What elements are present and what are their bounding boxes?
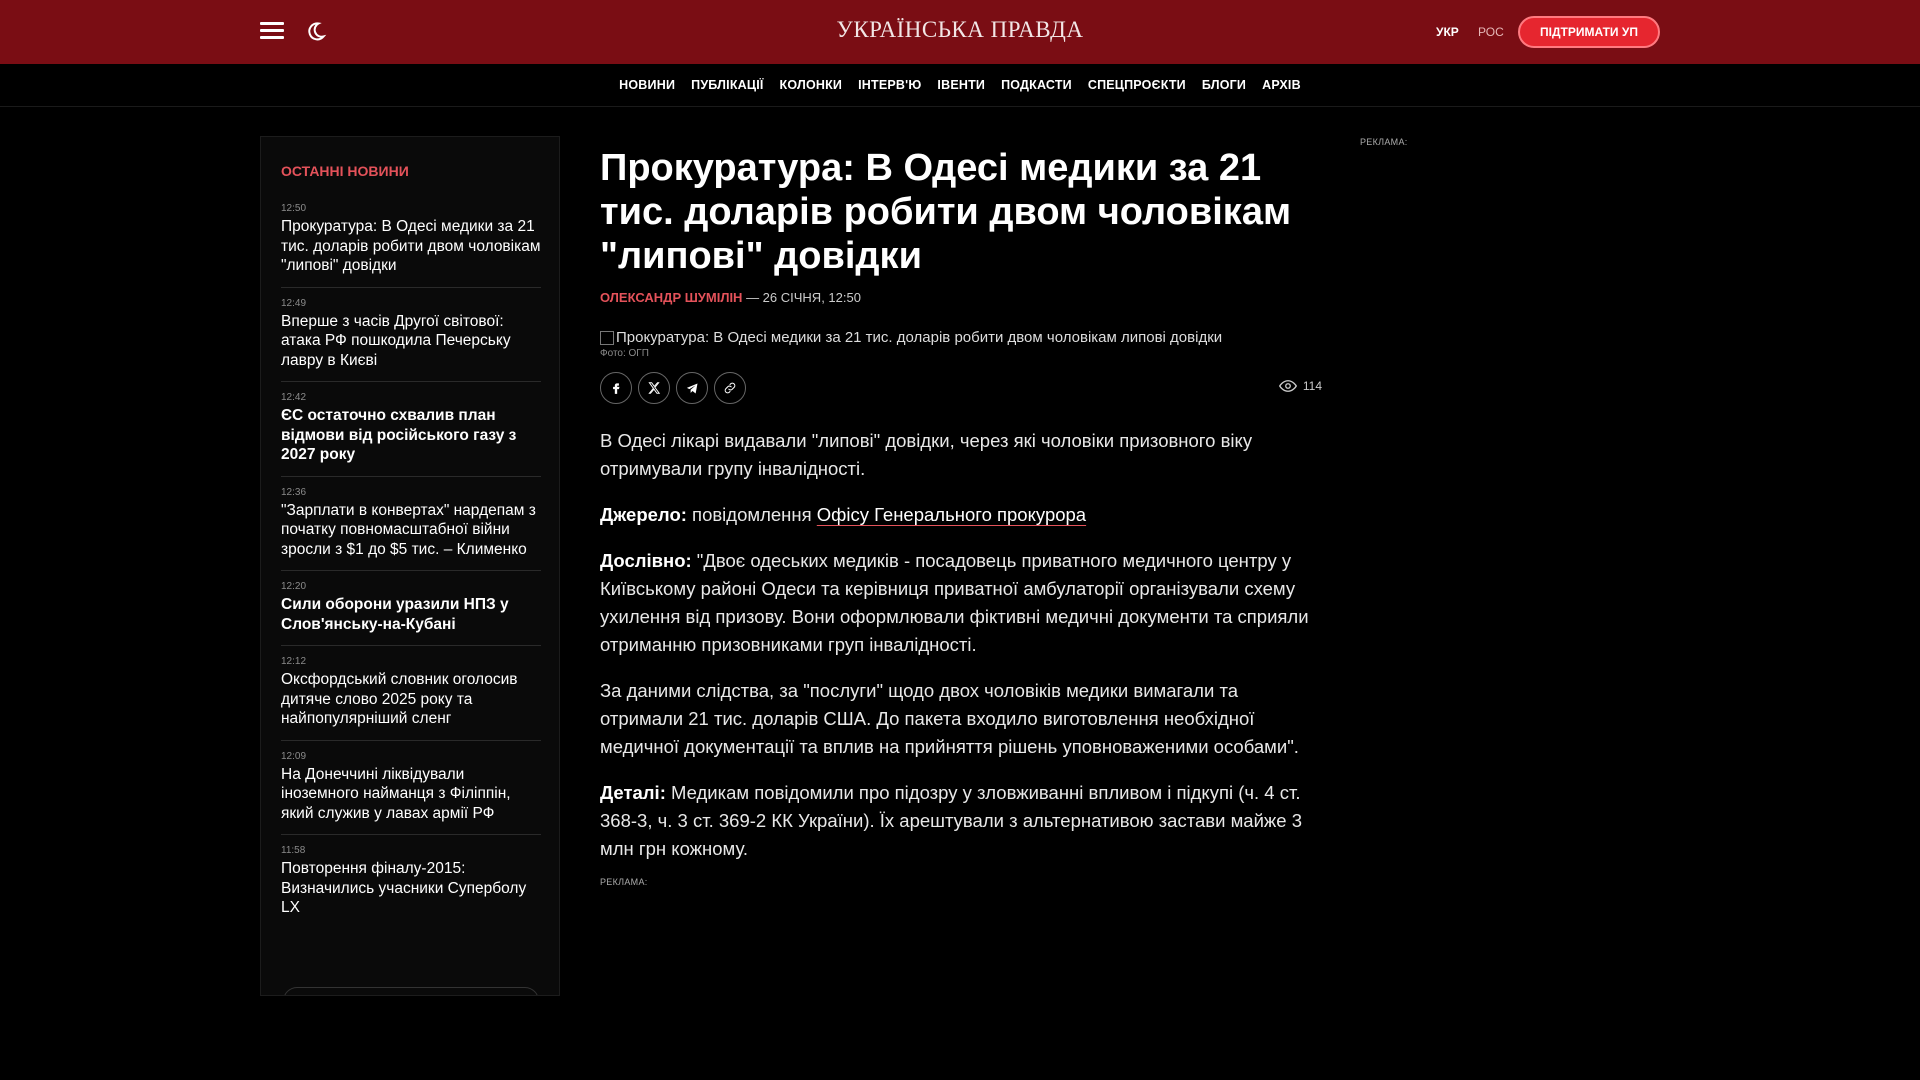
paragraph-source: Джерело: повідомлення Офісу Генерального… — [600, 501, 1322, 529]
paragraph-lead: В Одесі лікарі видавали "липові" довідки… — [600, 430, 1253, 479]
news-title[interactable]: Повторення фіналу-2015: Визначились учас… — [281, 859, 541, 918]
article-body: В Одесі лікарі видавали "липові" довідки… — [600, 427, 1322, 863]
top-bar: УКРАЇНСЬКА ПРАВДА УКР РОС ПІДТРИМАТИ УП — [0, 0, 1920, 64]
broken-image-icon — [600, 330, 614, 345]
paragraph-details: Деталі: Медикам повідомили про підозру у… — [600, 779, 1322, 863]
article: Прокуратура: В Одесі медики за 21 тис. д… — [600, 136, 1322, 887]
news-title[interactable]: Вперше з часів Другої світової: атака РФ… — [281, 312, 541, 371]
news-time: 11:58 — [281, 845, 306, 856]
source-text: повідомлення — [686, 504, 817, 525]
nav-item-podcasts[interactable]: ПОДКАСТИ — [1001, 78, 1072, 92]
nav-item-blogs[interactable]: БЛОГИ — [1202, 78, 1246, 92]
news-title[interactable]: ЄС остаточно схвалив план відмови від ро… — [281, 406, 541, 465]
nav-item-special-projects[interactable]: СПЕЦПРОЄКТИ — [1088, 78, 1186, 92]
x-share-button[interactable] — [638, 372, 670, 404]
quote-text: "Двоє одеських медиків - посадовець прив… — [600, 550, 1309, 655]
news-title[interactable]: "Зарплати в конвертах" нардепам з початк… — [281, 501, 541, 560]
ad-label-bottom: РЕКЛАМА: — [600, 877, 648, 887]
site-logo[interactable]: УКРАЇНСЬКА ПРАВДА — [760, 17, 1160, 43]
nav-item-events[interactable]: ІВЕНТИ — [937, 78, 985, 92]
news-time: 12:49 — [281, 297, 307, 309]
news-item[interactable]: 12:20 Сили оборони уразили НПЗ у Слов'ян… — [281, 571, 541, 646]
lang-ukr-link[interactable]: УКР — [1436, 25, 1459, 39]
byline: ОЛЕКСАНДР ШУМІЛІН — 26 СІЧНЯ, 12:50 — [600, 290, 1322, 305]
telegram-share-button[interactable] — [676, 372, 708, 404]
author-link[interactable]: ОЛЕКСАНДР ШУМІЛІН — [600, 290, 742, 305]
views-count: 114 — [1302, 379, 1322, 393]
nav-item-publications[interactable]: ПУБЛІКАЦІЇ — [691, 78, 763, 92]
main-nav: НОВИНИ ПУБЛІКАЦІЇ КОЛОНКИ ІНТЕРВ'Ю ІВЕНТ… — [0, 64, 1920, 107]
news-time: 12:50 — [281, 203, 307, 214]
image-alt-text: Прокуратура: В Одесі медики за 21 тис. д… — [616, 329, 1223, 346]
details-label: Деталі: — [600, 782, 666, 803]
x-icon — [648, 382, 661, 394]
news-time: 12:42 — [281, 392, 307, 403]
details-text: Медикам повідомили про підозру у зловжив… — [600, 782, 1302, 859]
ad-label-right: РЕКЛАМА: — [1360, 137, 1408, 147]
facebook-icon — [613, 383, 620, 394]
share-row: 114 — [600, 371, 1322, 405]
news-time: 12:12 — [281, 656, 307, 667]
link-icon — [724, 382, 736, 394]
menu-icon[interactable] — [260, 22, 284, 40]
quote-label: Дослівно: — [600, 550, 692, 571]
news-title[interactable]: Сили оборони уразили НПЗ у Слов'янську-н… — [281, 595, 541, 634]
nav-item-news[interactable]: НОВИНИ — [619, 78, 675, 92]
nav-item-columns[interactable]: КОЛОНКИ — [780, 78, 843, 92]
sidebar-title: ОСТАННІ НОВИНИ — [281, 163, 409, 179]
news-title[interactable]: Оксфордський словник оголосив дитяче сло… — [281, 670, 541, 729]
news-title[interactable]: Прокуратура: В Одесі медики за 21 тис. д… — [281, 217, 541, 276]
news-item[interactable]: 12:42 ЄС остаточно схвалив план відмови … — [281, 382, 541, 477]
views-counter: 114 — [1278, 379, 1322, 393]
photo-credit: Фото: ОГП — [600, 348, 649, 359]
support-button[interactable]: ПІДТРИМАТИ УП — [1518, 16, 1660, 48]
article-headline: Прокуратура: В Одесі медики за 21 тис. д… — [600, 147, 1292, 277]
news-item[interactable]: 12:50 Прокуратура: В Одесі медики за 21 … — [281, 193, 541, 288]
eye-icon — [1278, 380, 1297, 392]
nav-item-archive[interactable]: АРХІВ — [1262, 78, 1301, 92]
telegram-icon — [686, 383, 697, 393]
source-label: Джерело: — [600, 504, 687, 525]
facebook-share-button[interactable] — [600, 372, 632, 404]
news-item[interactable]: 12:36 "Зарплати в конвертах" нардепам з … — [281, 477, 541, 571]
news-title[interactable]: На Донеччині ліквідували іноземного найм… — [281, 765, 541, 824]
news-item[interactable]: 12:12 Оксфордський словник оголосив дитя… — [281, 646, 541, 741]
news-time: 12:09 — [281, 750, 307, 762]
paragraph-investigation: За даними слідства, за "послуги" щодо дв… — [600, 680, 1299, 757]
nav-item-interview[interactable]: ІНТЕРВ'Ю — [858, 78, 921, 92]
news-list: 12:50 Прокуратура: В Одесі медики за 21 … — [281, 193, 541, 929]
news-time: 12:20 — [281, 581, 307, 592]
lang-ros-link[interactable]: РОС — [1478, 25, 1504, 39]
news-item[interactable]: 11:58 Повторення фіналу-2015: Визначилис… — [281, 835, 541, 929]
latest-news-sidebar: ОСТАННІ НОВИНИ 12:50 Прокуратура: В Одес… — [260, 136, 560, 996]
news-time: 12:36 — [281, 486, 307, 498]
source-link[interactable]: Офісу Генерального прокурора — [817, 504, 1086, 525]
news-item[interactable]: 12:49 Вперше з часів Другої світової: ат… — [281, 288, 541, 382]
dark-mode-icon[interactable] — [303, 20, 327, 44]
copy-link-button[interactable] — [714, 372, 746, 404]
more-news-button[interactable] — [283, 987, 539, 995]
article-image: Прокуратура: В Одесі медики за 21 тис. д… — [600, 329, 1322, 346]
news-item[interactable]: 12:09 На Донеччині ліквідували іноземног… — [281, 741, 541, 835]
publish-date: — 26 СІЧНЯ, 12:50 — [742, 290, 861, 305]
paragraph-quote: Дослівно: "Двоє одеських медиків - посад… — [600, 547, 1322, 659]
